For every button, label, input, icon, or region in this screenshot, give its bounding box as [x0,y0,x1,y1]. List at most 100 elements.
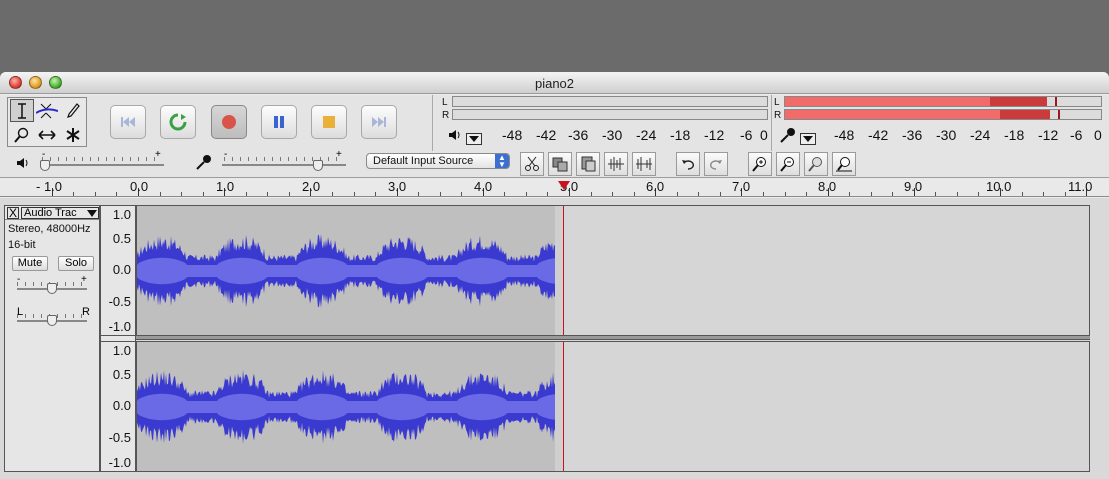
fit-project-button[interactable] [832,152,856,176]
timeshift-tool-icon[interactable] [35,123,59,146]
scale-label: -1.0 [108,319,131,334]
audacity-window: piano2 L R -48 -42 -36 -30 -24 -18 -12 -… [0,72,1109,479]
play-icon [169,113,187,131]
vertical-scale-left[interactable]: 1.0 0.5 0.0 -0.5 -1.0 [100,205,136,336]
playback-meter-right-bar [452,109,768,120]
record-meter-scale: -48 -42 -36 -30 -24 -18 -12 -6 0 [772,127,1106,145]
channel-separator[interactable] [136,335,1090,340]
ruler-tick [353,192,355,196]
play-cursor-line [563,342,564,471]
copy-icon [552,157,568,172]
ruler-tick [676,192,678,196]
zoom-out-button[interactable] [776,152,800,176]
track-name-menu[interactable]: Audio Trac [21,207,99,219]
undo-button[interactable] [676,152,700,176]
meter-rms-fill [785,110,1000,119]
record-button[interactable] [211,105,247,139]
ruler-tick [633,192,635,196]
play-button[interactable] [160,105,196,139]
ruler-tick [719,192,721,196]
playback-scale-label: -30 [602,127,623,143]
ruler-tick [547,192,549,196]
input-source-select[interactable]: Default Input Source ▲ ▼ [366,153,510,169]
output-volume-slider[interactable] [40,160,50,171]
ruler-label: 0.0 [130,179,149,194]
redo-button[interactable] [704,152,728,176]
scale-label: 0.5 [112,367,131,382]
multi-tool-icon[interactable] [61,123,85,146]
input-volume-ticks [224,157,342,161]
ruler-tick [288,192,290,196]
copy-button[interactable] [548,152,572,176]
input-volume-track [222,164,346,166]
ruler-tick [461,192,463,196]
skip-to-end-button[interactable] [361,105,397,139]
pause-button[interactable] [261,105,297,139]
playback-scale-label: -24 [636,127,657,143]
solo-button[interactable]: Solo [58,256,94,271]
scale-label: -0.5 [108,294,131,309]
ruler-tick [159,192,161,196]
zoom-tool-icon[interactable] [10,123,34,146]
record-scale-label: -6 [1070,127,1083,143]
silence-button[interactable] [632,152,656,176]
ruler-tick [806,192,808,196]
waveform-right-channel[interactable] [136,341,1090,472]
ruler-label: 9.0 [904,179,923,194]
ruler-label: 2.0 [302,179,321,194]
ruler-label: 6.0 [646,179,665,194]
track-control-panel: X Audio Trac Stereo, 48000Hz 16-bit Mute… [4,205,100,472]
title-bar[interactable]: piano2 [0,72,1109,94]
ruler-tick [439,192,441,196]
ruler-tick [590,192,592,196]
stop-button[interactable] [311,105,347,139]
timeline-ruler[interactable]: - 1.0 0.0 1.0 2.0 3.0 4.0 5.0 6.0 7.0 8.… [0,177,1109,197]
input-volume-slider[interactable] [313,160,323,171]
ruler-label: - 1.0 [36,179,63,194]
scale-label: 0.5 [112,231,131,246]
ruler-tick [73,192,75,196]
close-track-button[interactable]: X [7,207,19,219]
input-volume-minus: - [224,149,228,160]
meter-peak-fill [999,110,1051,119]
fit-project-icon [836,157,852,172]
scale-label: -0.5 [108,430,131,445]
cut-button[interactable] [520,152,544,176]
meter-rms-fill [785,97,991,106]
pan-slider[interactable] [47,315,57,326]
play-position-marker-icon[interactable] [558,181,570,190]
ruler-tick [762,192,764,196]
gain-slider[interactable] [47,283,57,294]
playback-scale-label: -42 [536,127,557,143]
ruler-tick [978,192,980,196]
draw-tool-icon[interactable] [61,99,85,122]
envelope-tool-icon[interactable] [35,99,59,122]
select-tool-icon[interactable] [10,99,34,122]
zoom-out-icon [780,157,794,172]
ruler-tick [94,192,96,196]
redo-icon [710,160,722,170]
trim-icon [608,157,624,171]
zoom-in-button[interactable] [748,152,772,176]
output-volume-plus: + [155,149,161,160]
trim-button[interactable] [604,152,628,176]
playback-scale-label: -36 [568,127,589,143]
output-volume-icon [17,158,28,168]
paste-button[interactable] [576,152,600,176]
record-meter-left-bar [784,96,1102,107]
mute-button[interactable]: Mute [12,256,48,271]
record-scale-label: 0 [1094,127,1102,143]
ruler-label: 7.0 [732,179,751,194]
waveform-left-channel[interactable] [136,205,1090,336]
ruler-tick [698,192,700,196]
ruler-tick [1043,192,1045,196]
fit-selection-button[interactable] [804,152,828,176]
waveform-right [137,370,555,444]
skip-to-start-button[interactable] [110,105,146,139]
ruler-tick [504,192,506,196]
pause-icon [274,116,284,128]
input-volume-plus: + [336,149,342,160]
ruler-tick [892,192,894,196]
vertical-scale-right[interactable]: 1.0 0.5 0.0 -0.5 -1.0 [100,341,136,472]
record-meter-right-label: R [774,110,782,121]
